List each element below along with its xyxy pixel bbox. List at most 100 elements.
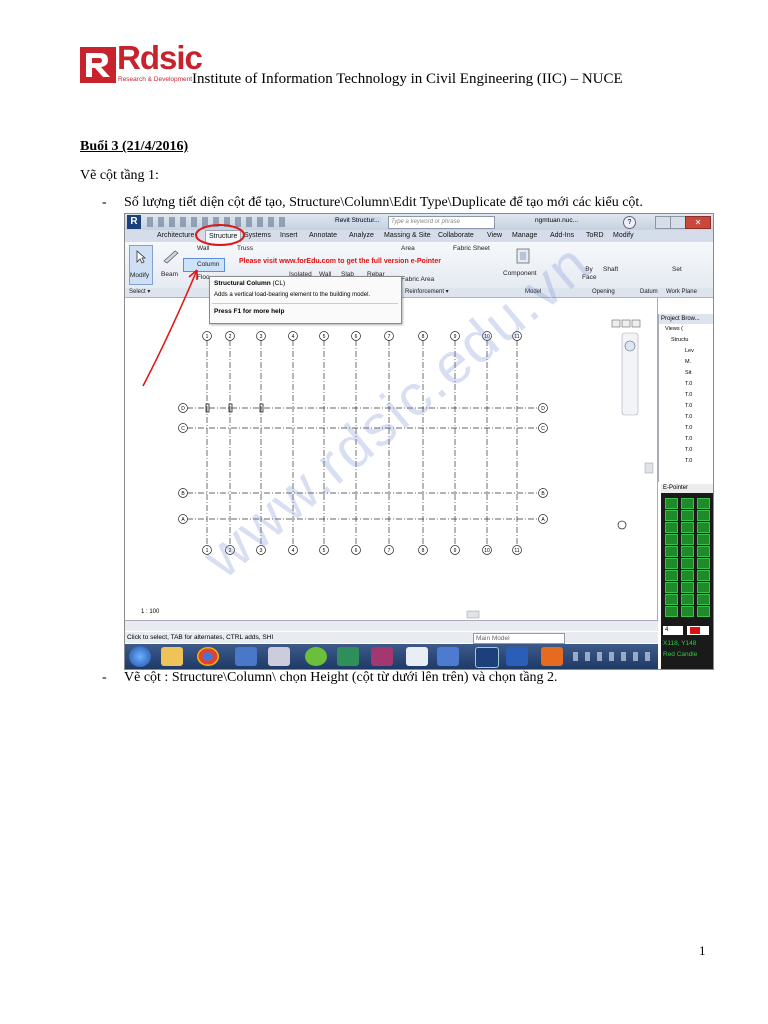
tab-manage[interactable]: Manage <box>512 230 537 242</box>
tab-systems[interactable]: Systems <box>244 230 271 242</box>
archive-icon[interactable] <box>371 647 393 666</box>
view-close-icon[interactable] <box>631 319 641 328</box>
quick-access-toolbar[interactable] <box>147 217 287 227</box>
e-pointer-tool-icon[interactable] <box>665 522 678 533</box>
paint-icon[interactable] <box>235 647 257 666</box>
e-pointer-tool-icon[interactable] <box>697 558 710 569</box>
grid-bubble-D[interactable]: D <box>538 403 548 413</box>
view-minimize-icon[interactable] <box>611 319 621 328</box>
view-restore-icon[interactable] <box>621 319 631 328</box>
e-pointer-tool-icon[interactable] <box>665 582 678 593</box>
browser-item[interactable]: T.0 <box>685 403 692 409</box>
color-picker[interactable] <box>687 626 709 635</box>
help-icon[interactable]: ? <box>623 216 636 229</box>
e-pointer-tool-icon[interactable] <box>697 510 710 521</box>
truss-button[interactable]: Truss <box>237 245 253 252</box>
system-tray[interactable] <box>573 652 653 661</box>
view-scale[interactable]: 1 : 100 <box>141 609 159 615</box>
grid-bubble-C[interactable]: C <box>538 423 548 433</box>
e-pointer-tool-icon[interactable] <box>681 570 694 581</box>
revit-app-icon[interactable]: R <box>127 215 141 229</box>
browser-item[interactable]: M. <box>685 359 691 365</box>
fabric-area-button[interactable]: Fabric Area <box>401 276 434 283</box>
grid-bubble-D[interactable]: D <box>178 403 188 413</box>
tab-modify[interactable]: Modify <box>613 230 634 242</box>
e-pointer-tool-icon[interactable] <box>697 498 710 509</box>
grid-bubble-4[interactable]: 4 <box>288 331 298 341</box>
panel-reinforcement[interactable]: Reinforcement ▾ <box>405 288 449 297</box>
e-pointer-tool-icon[interactable] <box>681 558 694 569</box>
browser-item[interactable]: Structu <box>671 337 688 343</box>
network-icon[interactable] <box>268 647 290 666</box>
browser-item[interactable]: Sit <box>685 370 691 376</box>
panel-select[interactable]: Select ▾ <box>129 288 150 297</box>
grid-bubble-5[interactable]: 5 <box>319 545 329 555</box>
minimize-button[interactable] <box>655 216 671 229</box>
e-pointer-tool-icon[interactable] <box>665 510 678 521</box>
tab-architecture[interactable]: Architecture <box>157 230 194 242</box>
e-pointer-tool-icon[interactable] <box>681 510 694 521</box>
shaft-button[interactable]: Shaft <box>603 266 618 273</box>
close-button[interactable]: ✕ <box>685 216 711 229</box>
e-pointer-tool-icon[interactable] <box>681 594 694 605</box>
beam-button[interactable]: Beam <box>159 245 183 283</box>
e-pointer-tool-icon[interactable] <box>681 534 694 545</box>
grid-bubble-7[interactable]: 7 <box>384 545 394 555</box>
column-button[interactable]: Column <box>183 258 225 272</box>
e-pointer-tool-icon[interactable] <box>665 570 678 581</box>
floor-button[interactable]: Floo <box>197 274 210 281</box>
e-pointer-tool-icon[interactable] <box>681 582 694 593</box>
e-pointer-tool-icon[interactable] <box>665 594 678 605</box>
browser-item[interactable]: T.0 <box>685 436 692 442</box>
e-pointer-tool-icon[interactable] <box>681 522 694 533</box>
grid-bubble-C[interactable]: C <box>178 423 188 433</box>
browser-item[interactable]: T.0 <box>685 425 692 431</box>
revit-taskbar-icon[interactable] <box>475 647 499 668</box>
grid-bubble-B[interactable]: B <box>178 488 188 498</box>
e-pointer-tool-icon[interactable] <box>697 534 710 545</box>
app-green-icon[interactable] <box>305 647 327 666</box>
tab-view[interactable]: View <box>487 230 502 242</box>
browser-item[interactable]: Lev <box>685 348 694 354</box>
grid-bubble-6[interactable]: 6 <box>351 545 361 555</box>
tab-insert[interactable]: Insert <box>280 230 298 242</box>
chart-app-icon[interactable] <box>337 647 359 666</box>
e-pointer-tool-icon[interactable] <box>697 594 710 605</box>
tab-annotate[interactable]: Annotate <box>309 230 337 242</box>
tab-analyze[interactable]: Analyze <box>349 230 374 242</box>
word-icon[interactable] <box>506 647 528 666</box>
mail-icon[interactable] <box>437 647 459 666</box>
model-select[interactable]: Main Model <box>473 633 565 644</box>
browser-item[interactable]: T.0 <box>685 414 692 420</box>
ppt-icon[interactable] <box>541 647 563 666</box>
e-pointer-tool-icon[interactable] <box>681 546 694 557</box>
grid-bubble-4[interactable]: 4 <box>288 545 298 555</box>
e-pointer-tool-icon[interactable] <box>665 558 678 569</box>
e-pointer-tool-icon[interactable] <box>665 546 678 557</box>
start-button[interactable] <box>129 646 151 667</box>
brush-size-select[interactable]: 4 <box>663 626 683 635</box>
e-pointer-tool-icon[interactable] <box>697 606 710 617</box>
wall-button[interactable]: Wall <box>197 245 209 252</box>
e-pointer-tool-icon[interactable] <box>665 534 678 545</box>
grid-bubble-11[interactable]: 11 <box>512 545 522 555</box>
e-pointer-tool-icon[interactable] <box>697 546 710 557</box>
maximize-button[interactable] <box>670 216 686 229</box>
modify-button[interactable]: Modify <box>129 245 153 285</box>
user-name[interactable]: ngmtuan.nuc... <box>535 217 578 224</box>
chrome-icon[interactable] <box>197 647 219 666</box>
grid-bubble-5[interactable]: 5 <box>319 331 329 341</box>
notepad-icon[interactable] <box>406 647 428 666</box>
tab-massing-site[interactable]: Massing & Site <box>384 230 431 242</box>
grid-bubble-6[interactable]: 6 <box>351 331 361 341</box>
vertical-scrollbar[interactable] <box>644 462 654 474</box>
drawing-canvas[interactable]: 1 1 2 2 3 3 4 4 5 5 6 6 7 7 8 8 9 9 10 10 11 11 DDCCBBAA 1 : … <box>127 298 658 620</box>
browser-item[interactable]: T.0 <box>685 392 692 398</box>
area-button[interactable]: Area <box>401 245 415 252</box>
e-pointer-tool-icon[interactable] <box>665 498 678 509</box>
e-pointer-tool-icon[interactable] <box>697 522 710 533</box>
e-pointer-tool-icon[interactable] <box>681 498 694 509</box>
tab-collaborate[interactable]: Collaborate <box>438 230 474 242</box>
e-pointer-tool-icon[interactable] <box>697 570 710 581</box>
explorer-icon[interactable] <box>161 647 183 666</box>
